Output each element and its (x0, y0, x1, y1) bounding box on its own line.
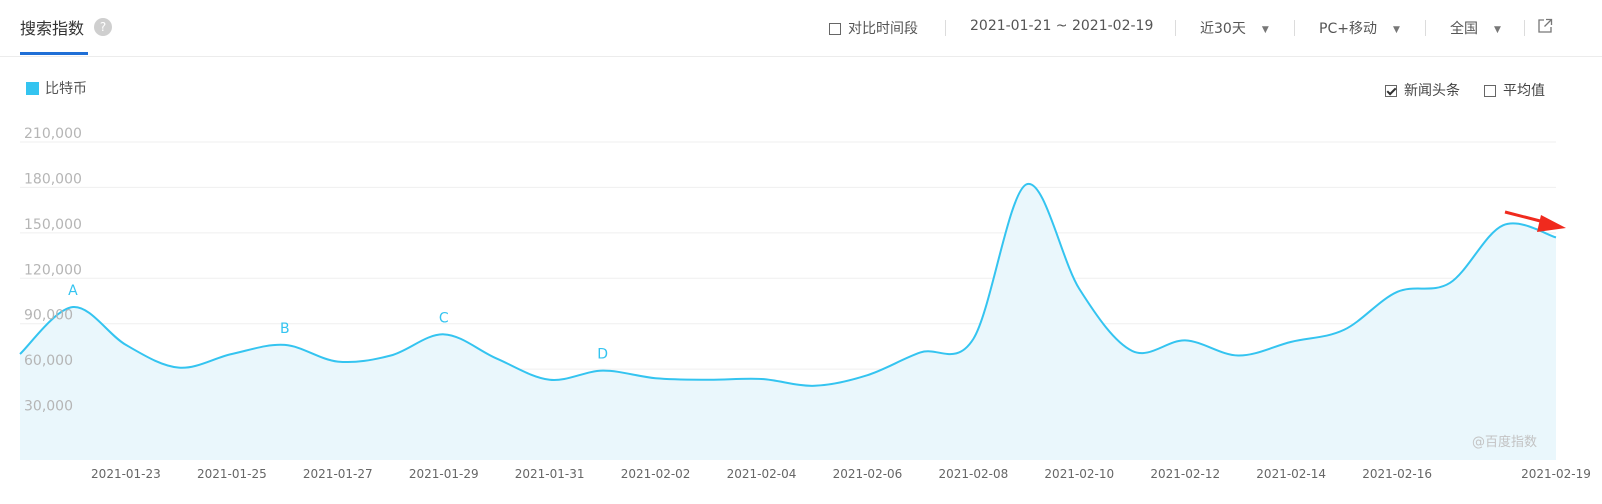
x-tick-label: 2021-01-23 (91, 467, 161, 481)
x-tick-label: 2021-02-02 (621, 467, 691, 481)
x-tick-label: 2021-01-31 (515, 467, 585, 481)
x-tick-label: 2021-02-14 (1256, 467, 1326, 481)
x-tick-label: 2021-01-25 (197, 467, 267, 481)
y-tick-label: 90,000 (24, 308, 73, 324)
x-tick-label: 2021-02-08 (939, 467, 1009, 481)
y-tick-label: 30,000 (24, 399, 73, 415)
x-tick-label: 2021-01-29 (409, 467, 479, 481)
annotation-label: B (280, 321, 290, 337)
x-tick-label: 2021-02-12 (1150, 467, 1220, 481)
watermark: @百度指数 (1472, 435, 1538, 450)
x-tick-label: 2021-01-27 (303, 467, 373, 481)
series-area (20, 183, 1556, 460)
x-tick-label: 2021-02-16 (1362, 467, 1432, 481)
annotation-label: A (68, 283, 78, 299)
annotation-label: C (439, 310, 449, 326)
x-tick-label: 2021-02-10 (1044, 467, 1114, 481)
y-tick-label: 210,000 (24, 126, 82, 142)
search-index-chart: 30,000 60,000 90,000 120,000 150,000 180,000 2… (19, 126, 1591, 481)
y-tick-label: 60,000 (24, 353, 73, 369)
x-tick-label: 2021-02-04 (727, 467, 797, 481)
x-tick-label: 2021-02-06 (833, 467, 903, 481)
y-tick-label: 120,000 (24, 262, 82, 278)
x-tick-label: 2021-02-19 (1521, 467, 1591, 481)
y-tick-label: 150,000 (24, 217, 82, 233)
y-tick-label: 180,000 (24, 171, 82, 187)
annotation-label: D (597, 347, 608, 363)
